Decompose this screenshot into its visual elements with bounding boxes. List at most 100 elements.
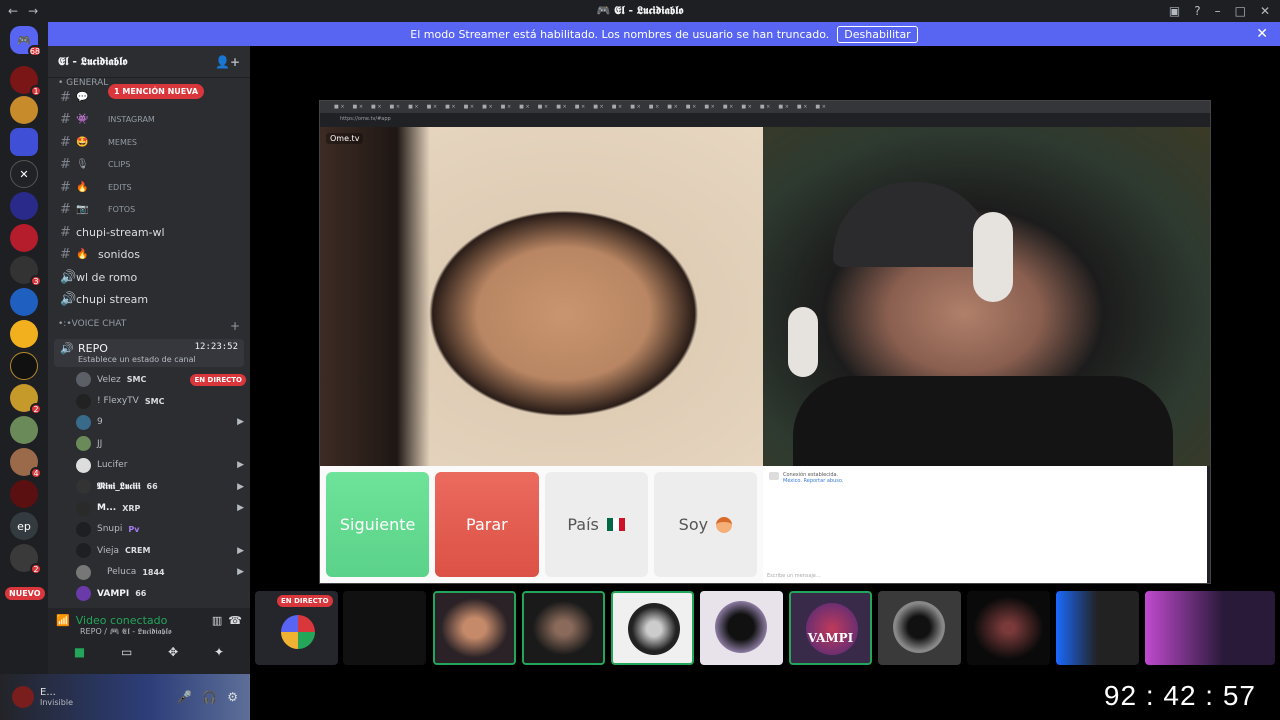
voice-channel-chupi-stream[interactable]: 🔊 chupi stream [48,289,250,312]
participant-tile[interactable] [433,591,516,665]
camera-toggle-icon[interactable]: ■ [74,645,85,659]
server-icon[interactable]: 2 [10,384,42,415]
activities-icon[interactable]: ✥ [168,645,178,659]
server-icon[interactable] [10,352,38,380]
back-arrow-icon[interactable]: ← [8,4,18,18]
username[interactable]: E... [40,687,73,698]
signal-icon: 📶 [56,614,70,627]
voice-user[interactable]: Velez SMC EN DIRECTO [48,369,250,390]
participant-tile[interactable]: VAMPI [789,591,872,665]
server-icon[interactable] [10,192,38,220]
channel-item-chupi-stream-wl[interactable]: # chupi-stream-wl [48,221,250,244]
screen-share-view[interactable]: ■ × ■ × ■ × ■ × ■ × ■ × ■ × ■ × ■ × ■ × ■ × ■ × ■ × ■… [319,100,1211,584]
avatar [76,564,91,580]
folder-icon[interactable] [10,128,38,156]
stop-button[interactable]: Parar [435,472,539,577]
channel-status[interactable]: Establece un estado de canal [60,355,238,364]
channel-item-clips[interactable]: # 🎙 CLIPS [48,154,250,177]
browser-url-bar[interactable]: https://ome.tv/#app [320,113,1210,125]
soundboard-icon[interactable]: ✦ [214,645,224,659]
participant-tile-live[interactable]: EN DIRECTO [255,591,338,665]
gender-button[interactable]: Soy [653,472,757,577]
server-icon[interactable]: 2 [10,544,42,575]
channel-item-edits[interactable]: # 🔥 EDITS [48,176,250,199]
home-button[interactable]: 🎮 68 [10,26,42,57]
chat-report-link[interactable]: México. Reportar abuso. [783,478,843,484]
noise-suppression-icon[interactable]: ▥ [212,614,222,627]
voice-user[interactable]: JJ [48,433,250,454]
voice-user[interactable]: ! FlexyTV SMC [48,390,250,411]
maximize-button[interactable]: □ [1235,4,1246,18]
headphones-icon[interactable]: 🎧 [202,690,217,704]
voice-user[interactable]: VAMPI 66 [48,583,250,604]
participant-tile[interactable] [878,591,961,665]
voice-user[interactable]: Vieja CREM ▶ [48,540,250,561]
screen-share-icon[interactable]: ▭ [121,645,132,659]
voice-user[interactable]: Snupi Pv [48,519,250,540]
participant-tile[interactable] [967,591,1050,665]
channel-item-sonidos[interactable]: # 🔥 sonidos [48,244,250,267]
ometv-chat[interactable]: Conexión establecida. México. Reportar ab… [763,466,1207,583]
category-voice-chat[interactable]: •:•VOICE CHAT + [48,315,250,337]
inbox-icon[interactable]: ▣ [1169,4,1180,18]
notification-badge: 2 [30,563,42,575]
boy-icon [716,516,733,533]
participant-tile[interactable] [611,591,694,665]
participant-tile[interactable] [343,591,426,665]
add-channel-icon[interactable]: + [230,319,240,333]
voice-user[interactable]: Peluca 1844 ▶ [48,562,250,583]
voice-channel-repo[interactable]: 🔊 REPO 12:23:52 Establece un estado de can… [54,339,244,367]
voice-user[interactable]: Lucifer ▶ [48,455,250,476]
forward-arrow-icon[interactable]: → [28,4,38,18]
server-header[interactable]: 𝕰𝖑 - 𝕷𝖚𝖈𝖎𝖉𝖎𝖆𝖇𝖑𝖔 👤+ [48,46,250,78]
avatar[interactable] [12,686,34,708]
voice-channel-wl-de-romo[interactable]: 🔊 wl de romo [48,266,250,289]
participant-tile[interactable] [1056,591,1139,665]
next-button[interactable]: Siguiente [326,472,430,577]
avatar [76,372,91,388]
server-icon[interactable]: ✕ [10,160,38,188]
settings-gear-icon[interactable]: ⚙ [227,690,238,704]
close-icon[interactable]: ✕ [1256,26,1268,42]
mention-pill[interactable]: 1 MENCIÓN NUEVA [108,84,205,99]
participant-tile[interactable] [700,591,783,665]
server-icon[interactable] [10,416,38,444]
new-badge[interactable]: NUEVO [5,587,45,600]
voice-channel-path[interactable]: REPO / 🎮 𝕰𝖑 - 𝕷𝖚𝖈𝖎𝖉𝖎𝖆𝖇𝖑𝖔 [56,627,242,637]
server-icon[interactable] [10,288,38,316]
disable-streamer-button[interactable]: Deshabilitar [837,25,918,43]
notification-badge: 1 [30,85,42,97]
add-member-icon[interactable]: 👤+ [215,55,240,69]
live-badge: EN DIRECTO [190,373,246,386]
video-foreground [320,127,430,466]
browser-tab-strip[interactable]: ■ × ■ × ■ × ■ × ■ × ■ × ■ × ■ × ■ × ■ × ■ × ■ × ■ × ■… [320,101,1210,113]
hash-icon: # [60,179,71,195]
user-panel: E... Invisible 🎤 🎧 ⚙ [0,674,250,720]
server-icon[interactable]: 1 [10,66,42,97]
avatar [76,436,91,452]
disconnect-icon[interactable]: ☎ [228,614,242,627]
close-window-button[interactable]: ✕ [1260,4,1270,18]
channel-item-instagram[interactable]: # 👾 INSTAGRAM [48,109,250,132]
channel-item-fotos[interactable]: # 📷 FOTOS [48,199,250,222]
video-headphone-shape [973,212,1013,302]
channel-item-memes[interactable]: # 🤩 MEMES [48,131,250,154]
participant-tile[interactable] [522,591,605,665]
minimize-button[interactable]: – [1215,4,1221,18]
server-icon[interactable]: 3 [10,256,42,287]
participant-tile[interactable] [1145,591,1275,665]
server-icon[interactable] [10,224,38,252]
server-icon[interactable] [10,320,38,348]
server-icon[interactable] [10,96,38,124]
country-button[interactable]: País [544,472,648,577]
help-icon[interactable]: ? [1194,4,1200,18]
microphone-icon[interactable]: 🎤 [177,690,192,704]
voice-user[interactable]: 𝕸𝖎𝖓𝖎_𝕷𝖚𝖈𝖎𝖎𝖎 66 ▶ [48,476,250,497]
server-icon[interactable]: 4 [10,448,42,479]
server-icon-ep[interactable]: ep [10,512,38,540]
voice-user[interactable]: M... XRP ▶ [48,497,250,518]
live-badge: EN DIRECTO [277,595,333,607]
chat-input[interactable]: Escribe un mensaje... [767,573,821,579]
server-icon[interactable] [10,480,38,508]
voice-user[interactable]: 9 ▶ [48,412,250,433]
